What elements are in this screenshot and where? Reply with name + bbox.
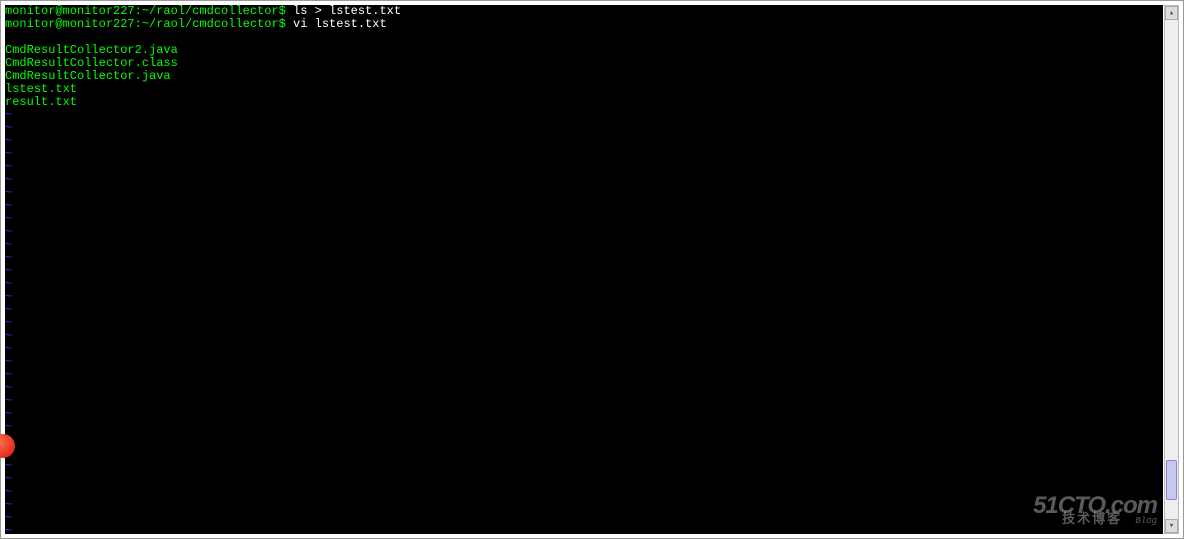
vi-tilde-line: ~ [5,421,1163,434]
vi-tilde-line: ~ [5,382,1163,395]
vi-line: result.txt [5,96,1163,109]
vi-tilde-line: ~ [5,486,1163,499]
vi-tilde-line: ~ [5,408,1163,421]
vi-tilde-line: ~ [5,395,1163,408]
vi-tilde-line: ~ [5,278,1163,291]
vi-tilde-line: ~ [5,148,1163,161]
window-frame: monitor@monitor227:~/raol/cmdcollector$ … [0,0,1184,539]
vi-empty-lines: ~~~~~~~~~~~~~~~~~~~~~~~~~~~~~~~~~ [5,109,1163,534]
vi-tilde-line: ~ [5,161,1163,174]
vi-tilde-line: ~ [5,304,1163,317]
terminal-viewport[interactable]: monitor@monitor227:~/raol/cmdcollector$ … [5,5,1163,534]
vi-tilde-line: ~ [5,226,1163,239]
vi-tilde-line: ~ [5,356,1163,369]
vi-line: CmdResultCollector2.java [5,44,1163,57]
vi-tilde-line: ~ [5,369,1163,382]
vi-line: lstest.txt [5,83,1163,96]
vi-tilde-line: ~ [5,473,1163,486]
vi-tilde-line: ~ [5,512,1163,525]
vi-tilde-line: ~ [5,239,1163,252]
scroll-thumb[interactable] [1166,460,1177,500]
scroll-track[interactable] [1165,20,1178,519]
vi-tilde-line: ~ [5,291,1163,304]
vi-tilde-line: ~ [5,135,1163,148]
vertical-scrollbar[interactable]: ▴ ▾ [1164,5,1179,534]
shell-command: vi lstest.txt [293,17,387,31]
scroll-down-button[interactable]: ▾ [1165,519,1178,533]
vi-tilde-line: ~ [5,122,1163,135]
vi-tilde-line: ~ [5,434,1163,447]
vi-tilde-line: ~ [5,174,1163,187]
vi-tilde-line: ~ [5,447,1163,460]
vi-tilde-line: ~ [5,460,1163,473]
vi-tilde-line: ~ [5,499,1163,512]
shell-line: monitor@monitor227:~/raol/cmdcollector$ … [5,18,1163,31]
vi-line: CmdResultCollector.class [5,57,1163,70]
vi-tilde-line: ~ [5,343,1163,356]
vi-tilde-line: ~ [5,213,1163,226]
vi-line: CmdResultCollector.java [5,70,1163,83]
vi-tilde-line: ~ [5,265,1163,278]
vi-tilde-line: ~ [5,109,1163,122]
vi-tilde-line: ~ [5,317,1163,330]
vi-tilde-line: ~ [5,200,1163,213]
vi-tilde-line: ~ [5,330,1163,343]
shell-prompt: monitor@monitor227:~/raol/cmdcollector$ [5,17,293,31]
blank-line [5,31,1163,44]
vi-tilde-line: ~ [5,525,1163,534]
scroll-up-button[interactable]: ▴ [1165,6,1178,20]
vi-tilde-line: ~ [5,187,1163,200]
vi-tilde-line: ~ [5,252,1163,265]
